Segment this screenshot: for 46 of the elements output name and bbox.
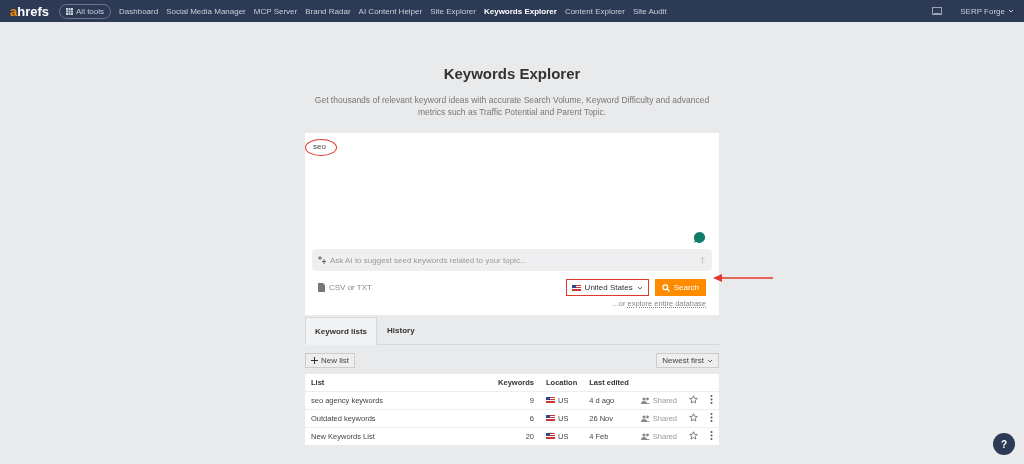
account-menu[interactable]: SERP Forge [960,6,1014,16]
flag-icon [545,433,555,440]
more-icon[interactable] [710,431,713,440]
flag-icon [545,397,555,404]
sparkle-icon [318,256,326,264]
page-title: Keywords Explorer [443,65,581,82]
grid-icon [66,7,74,15]
star-icon[interactable] [689,413,698,422]
nav-link[interactable]: Site Audit [632,6,667,16]
help-button[interactable]: ? [993,433,1015,455]
upload-link[interactable]: CSV or TXT [318,283,372,292]
flag-icon [571,284,581,291]
nav-link[interactable]: Brand Radar [305,6,351,16]
logo[interactable]: ahrefs [10,3,50,19]
tab[interactable]: History [377,317,425,344]
people-icon [640,414,650,422]
star-icon[interactable] [689,431,698,440]
keyword-input[interactable]: seo [312,140,327,153]
page-subtitle: Get thousands of relevant keyword ideas with accurate Search Volume, Keyword Difficulty and advanced metrics such as Traffic Potential and Parent Topic. [313,94,711,118]
nav-link[interactable]: Content Explorer [564,6,625,16]
arrow-icon [713,274,773,282]
nav-link[interactable]: MCP Server [253,6,298,16]
nav-link[interactable]: AI Content Helper [358,6,423,16]
monitor-icon[interactable] [932,6,943,16]
flag-icon [545,415,555,422]
nav-link[interactable]: Site Explorer [430,6,476,16]
caret-icon [1008,9,1014,13]
caret-icon [636,285,643,290]
search-icon [661,283,670,292]
people-icon [640,396,650,404]
ai-placeholder: Ask AI to suggest seed keywords related to your topic... [330,255,527,265]
plus-icon [311,357,318,364]
star-icon[interactable] [689,395,698,404]
more-icon[interactable] [710,395,713,404]
people-icon [640,432,650,440]
new-list-button[interactable]: New list [305,353,355,368]
country-select[interactable]: United States [565,279,649,296]
tab[interactable]: Keyword lists [305,317,377,345]
nav-link[interactable]: Social Media Manager [166,6,246,16]
chat-bubble-icon[interactable] [693,231,706,244]
sort-dropdown[interactable]: Newest first [656,353,719,368]
nav-link[interactable]: Keywords Explorer [483,6,557,16]
file-icon [318,283,325,292]
caret-icon [707,358,713,363]
more-icon[interactable] [710,413,713,422]
nav-link[interactable]: Dashboard [119,6,159,16]
